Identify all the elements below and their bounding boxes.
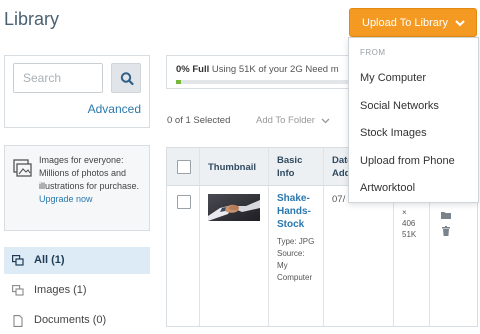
dimension-height: 406	[402, 219, 416, 228]
sidebar-item-documents[interactable]: Documents (0)	[4, 307, 150, 334]
promo-text: Images for everyone: Millions of photos …	[39, 154, 145, 206]
sidebar-item-all[interactable]: All (1)	[4, 247, 150, 274]
asset-source-label: Source:	[277, 249, 305, 258]
sidebar-item-label: Images (1)	[34, 284, 87, 296]
upload-button-label: Upload To Library	[362, 17, 449, 29]
date-added: 07/	[332, 194, 346, 205]
asset-source-line: Computer	[277, 273, 313, 282]
search-panel: Advanced	[4, 55, 150, 128]
folder-icon[interactable]	[441, 211, 451, 219]
promo-body: Images for everyone: Millions of photos …	[39, 155, 140, 191]
menu-item-upload-from-phone[interactable]: Upload from Phone	[360, 155, 455, 167]
stock-images-icon	[13, 159, 32, 177]
menu-header: FROM	[360, 48, 386, 57]
storage-progress-fill	[176, 80, 182, 84]
storage-more: Need m	[305, 64, 339, 75]
sidebar-item-label: All (1)	[34, 254, 65, 266]
search-icon	[120, 72, 134, 86]
column-divider	[199, 148, 200, 326]
asset-title-line: Hands-	[277, 206, 311, 217]
promo-panel: Images for everyone: Millions of photos …	[4, 145, 150, 231]
chevron-down-icon[interactable]	[321, 118, 330, 124]
dimension-symbol: ×	[402, 208, 407, 217]
chevron-down-icon	[455, 20, 465, 27]
column-divider	[268, 148, 269, 326]
advanced-search-link[interactable]: Advanced	[88, 102, 141, 116]
trash-icon[interactable]	[442, 226, 450, 236]
storage-meter: 0% Full Using 51K of your 2G Need m	[166, 55, 356, 89]
row-checkbox[interactable]	[177, 195, 191, 209]
handshake-thumbnail[interactable]	[208, 194, 260, 221]
file-size: 51K	[402, 230, 417, 239]
asset-meta: Type: JPG Source: My Computer	[277, 236, 322, 284]
sidebar-item-images[interactable]: Images (1)	[4, 277, 150, 304]
storage-text: 0% Full Using 51K of your 2G Need m	[176, 64, 339, 75]
upgrade-link[interactable]: Upgrade now	[39, 194, 93, 204]
documents-icon	[13, 315, 23, 327]
page-title: Library	[4, 9, 60, 29]
search-input[interactable]	[13, 63, 103, 93]
asset-type: Type: JPG	[277, 237, 315, 246]
asset-dimensions: × 406 51K	[402, 207, 416, 240]
asset-title-line: Shake-	[277, 193, 310, 204]
asset-source-line: My	[277, 261, 288, 270]
menu-item-my-computer[interactable]: My Computer	[360, 72, 426, 84]
menu-item-artworktool[interactable]: Artworktool	[360, 182, 415, 194]
menu-item-social-networks[interactable]: Social Networks	[360, 100, 439, 112]
all-items-icon	[12, 255, 24, 266]
add-to-folder-button[interactable]: Add To Folder	[256, 115, 315, 126]
storage-usage: Using 51K of your 2G	[211, 64, 303, 75]
images-icon	[12, 285, 24, 296]
selected-count: 0 of 1 Selected	[167, 115, 231, 126]
upload-to-library-button[interactable]: Upload To Library	[349, 8, 477, 37]
select-all-checkbox[interactable]	[177, 160, 191, 174]
column-divider	[323, 148, 324, 326]
sidebar-item-label: Documents (0)	[34, 314, 107, 326]
upload-source-menu: FROM My Computer Social Networks Stock I…	[348, 37, 479, 203]
asset-title-link[interactable]: Shake- Hands- Stock	[277, 192, 317, 231]
search-button[interactable]	[111, 63, 141, 93]
menu-item-stock-images[interactable]: Stock Images	[360, 127, 427, 139]
storage-progress-bar	[176, 80, 351, 84]
storage-percent: 0% Full	[176, 64, 210, 75]
asset-title-line: Stock	[277, 219, 305, 230]
